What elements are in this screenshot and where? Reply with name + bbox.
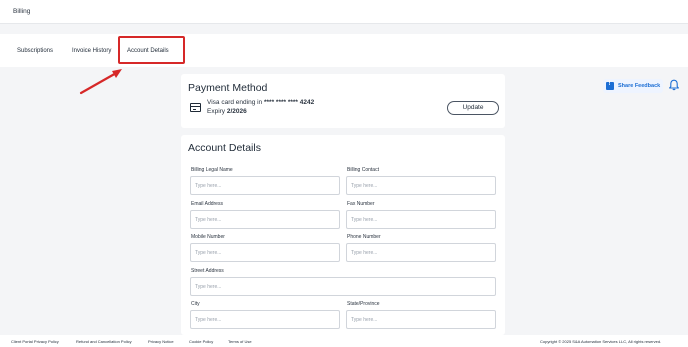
account-details-card: Account Details Billing Legal Name Billi… (181, 135, 505, 335)
tab-highlight-annotation (118, 36, 185, 64)
card-info: Visa card ending in **** **** **** 4242 (207, 99, 314, 106)
mobile-number-label: Mobile Number (191, 234, 225, 240)
tab-subscriptions[interactable]: Subscriptions (17, 48, 53, 54)
phone-number-label: Phone Number (347, 234, 381, 240)
state-province-label: State/Province (347, 301, 380, 307)
share-feedback-label: Share Feedback (618, 83, 661, 89)
footer-link-client-portal-privacy-policy[interactable]: Client Portal Privacy Policy (11, 339, 59, 344)
expiry-value: 2/2026 (226, 108, 247, 115)
street-address-input[interactable] (190, 277, 496, 296)
billing-contact-label: Billing Contact (347, 167, 379, 173)
bell-icon[interactable] (668, 79, 680, 91)
fax-number-label: Fax Number (347, 201, 375, 207)
payment-method-card: Payment Method Visa card ending in **** … (181, 74, 505, 128)
tab-bar: Subscriptions Invoice History Account De… (0, 34, 688, 93)
email-address-label: Email Address (191, 201, 223, 207)
card-expiry: Expiry 2/2026 (207, 108, 247, 115)
account-details-title: Account Details (188, 142, 261, 154)
city-label: City (191, 301, 200, 307)
page-title: Billing (13, 8, 31, 15)
footer: Client Portal Privacy Policy Refund and … (0, 335, 688, 347)
top-bar: Billing (0, 0, 688, 24)
footer-link-cookie-policy[interactable]: Cookie Policy (189, 339, 213, 344)
footer-link-privacy-notice[interactable]: Privacy Notice (148, 339, 174, 344)
share-feedback-button[interactable]: Share Feedback (603, 79, 663, 93)
update-button[interactable]: Update (447, 101, 499, 115)
feedback-icon (606, 81, 614, 90)
state-province-input[interactable] (346, 310, 496, 329)
billing-legal-name-label: Billing Legal Name (191, 167, 233, 173)
expiry-label: Expiry (207, 108, 226, 115)
arrow-icon (79, 69, 122, 95)
street-address-label: Street Address (191, 268, 224, 274)
credit-card-icon (190, 103, 201, 112)
payment-method-title: Payment Method (188, 82, 268, 94)
phone-number-input[interactable] (346, 243, 496, 262)
footer-link-refund-cancellation-policy[interactable]: Refund and Cancellation Policy (76, 339, 132, 344)
billing-contact-input[interactable] (346, 176, 496, 195)
tab-invoice-history[interactable]: Invoice History (72, 48, 111, 54)
card-number: **** **** **** 4242 (263, 99, 315, 106)
copyright-text: Copyright © 2025 S&A Automation Services… (540, 339, 662, 344)
footer-link-terms-of-use[interactable]: Terms of Use (228, 339, 252, 344)
mobile-number-input[interactable] (190, 243, 340, 262)
billing-legal-name-input[interactable] (190, 176, 340, 195)
email-address-input[interactable] (190, 210, 340, 229)
city-input[interactable] (190, 310, 340, 329)
card-prefix: Visa card ending in (207, 99, 263, 106)
fax-number-input[interactable] (346, 210, 496, 229)
